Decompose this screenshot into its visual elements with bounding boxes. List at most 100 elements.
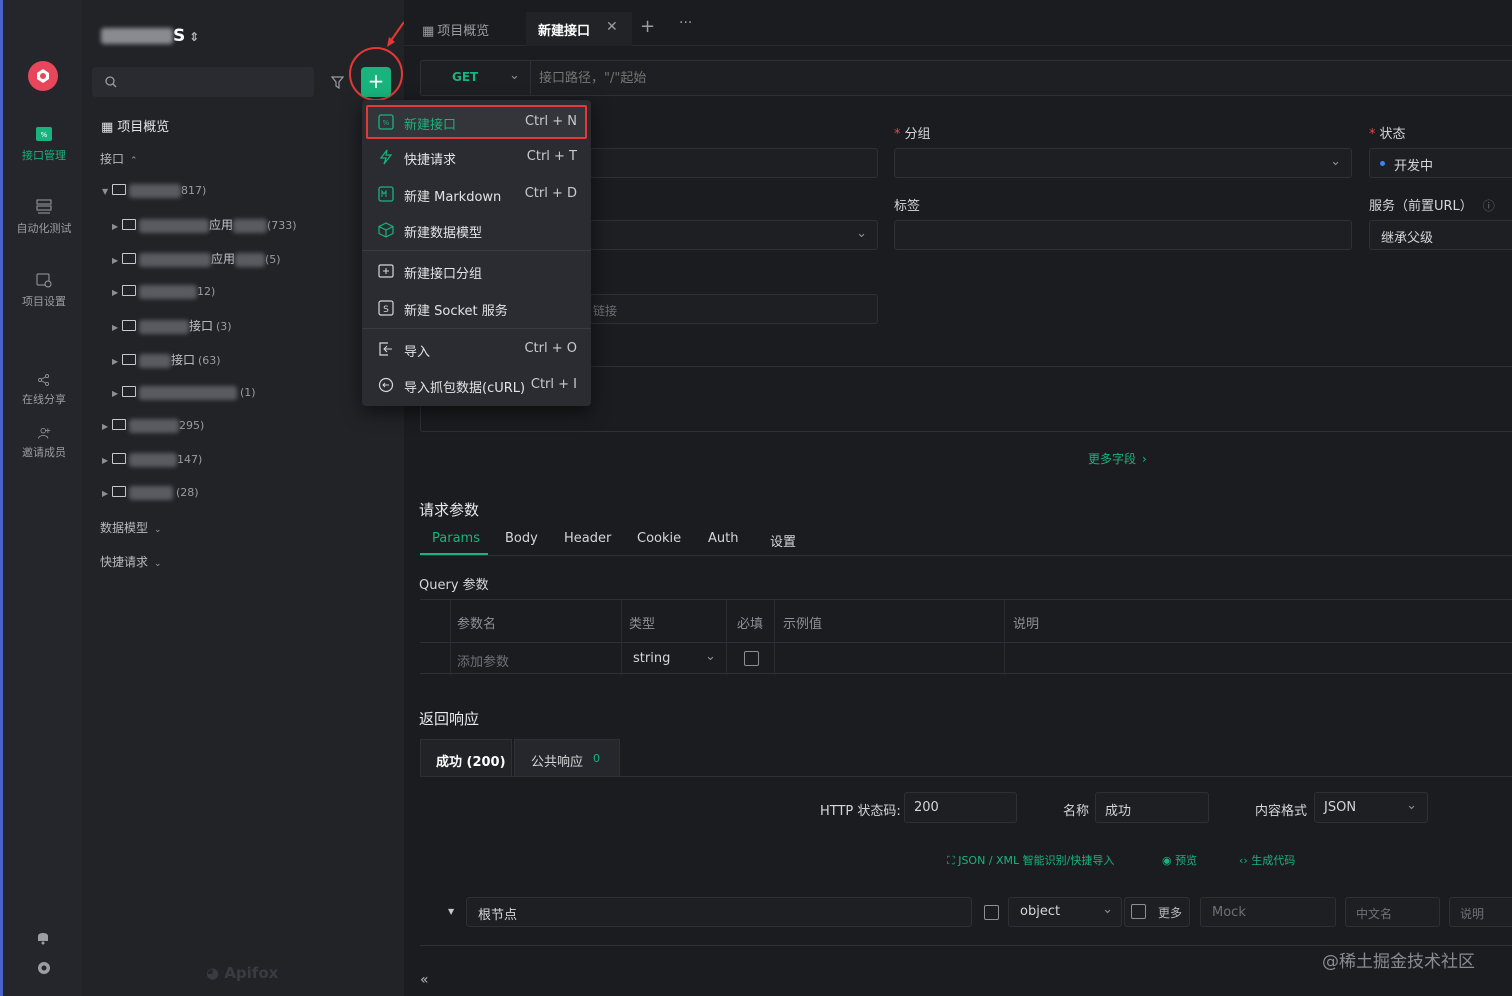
menu-item-new-api-group[interactable]: 新建接口分组 [366, 254, 587, 288]
tree-folder[interactable]: ▼ 817) [102, 183, 206, 205]
sidebar-section-api[interactable]: 接口 ⌃ [100, 150, 138, 172]
tree-folder[interactable]: ▶ 12) [112, 284, 215, 306]
path-input[interactable] [539, 67, 1099, 89]
sidebar-section-data-models[interactable]: 数据模型 ⌄ [100, 519, 162, 541]
doc-link-input[interactable]: 链接 [590, 294, 878, 324]
menu-divider [362, 250, 591, 251]
caret-down-icon[interactable]: ▼ [448, 907, 454, 916]
root-more-field[interactable]: 更多 [1124, 897, 1190, 927]
sidebar-item-label: 项目概览 [117, 120, 170, 135]
more-fields-link[interactable]: 更多字段 › [1088, 450, 1147, 467]
sidebar-search-input[interactable] [92, 67, 314, 97]
rail-automation[interactable]: 自动化测试 [6, 198, 82, 236]
link-label: JSON / XML 智能识别/快捷导入 [958, 854, 1115, 867]
tree-folder[interactable]: ▶ 接口 (63) [112, 351, 221, 373]
desc-input[interactable]: 说明 [1449, 897, 1512, 927]
collapse-button[interactable]: « [420, 972, 429, 988]
tree-folder[interactable]: ▶ 应用 (5) [112, 250, 281, 272]
rail-share[interactable]: 在线分享 [6, 373, 82, 407]
type-select[interactable]: string ⌄ [633, 649, 723, 666]
tree-folder[interactable]: ▶ 接口 (3) [112, 317, 232, 339]
plus-icon: + [367, 69, 385, 93]
menu-item-new-markdown[interactable]: 新建 Markdown Ctrl + D [366, 177, 587, 211]
response-tab-public[interactable]: 公共响应 0 [514, 739, 620, 777]
rail-invite[interactable]: 邀请成员 [6, 426, 82, 460]
folder-name-tail: 295) [179, 419, 205, 432]
responsible-select[interactable]: ⌄ [590, 220, 878, 250]
preview-link[interactable]: ◉ 预览 [1162, 852, 1197, 868]
content-type-select[interactable]: JSON ⌄ [1314, 792, 1428, 823]
bell-icon[interactable] [36, 929, 50, 945]
gear-icon[interactable] [36, 960, 52, 976]
menu-item-new-socket[interactable]: S 新建 Socket 服务 [366, 291, 587, 325]
sidebar-section-quick-requests[interactable]: 快捷请求 ⌄ [100, 553, 162, 575]
add-button[interactable]: + [361, 67, 391, 97]
menu-item-shortcut: Ctrl + O [524, 341, 577, 356]
more-tabs-button[interactable]: ··· [679, 15, 692, 31]
tree-folder[interactable]: ▶ 147) [102, 452, 202, 474]
tab-params[interactable]: Params [432, 531, 480, 546]
chevron-right-icon: › [1142, 452, 1147, 466]
add-param-input[interactable]: 添加参数 [457, 651, 509, 670]
rail-project-settings[interactable]: 项目设置 [6, 271, 82, 309]
tree-folder[interactable]: ▶ (1) [112, 385, 256, 407]
tree-folder[interactable]: ▶ (28) [102, 485, 199, 507]
method-select[interactable]: GET ⌄ [421, 61, 531, 95]
group-select[interactable]: ⌄ [894, 148, 1352, 178]
generate-code-link[interactable]: ‹› 生成代码 [1239, 852, 1295, 868]
tab-header[interactable]: Header [564, 531, 611, 546]
folder-name-tail: 147) [177, 453, 203, 466]
mock-input[interactable]: Mock [1200, 897, 1336, 927]
root-name-field[interactable]: 根节点 [466, 897, 972, 927]
content-type-label: 内容格式 [1255, 804, 1308, 819]
root-label: 根节点 [478, 908, 518, 923]
rail-api-management[interactable]: % 接口管理 [6, 125, 82, 163]
http-status-label: HTTP 状态码: [820, 804, 901, 819]
cn-name-input[interactable]: 中文名 [1345, 897, 1440, 927]
tab-auth[interactable]: Auth [708, 531, 738, 546]
name-field[interactable] [590, 148, 878, 178]
root-type-select[interactable]: object ⌄ [1008, 897, 1122, 927]
close-icon[interactable]: ✕ [606, 19, 618, 35]
response-name-input[interactable]: 成功 [1095, 792, 1209, 823]
new-tab-button[interactable]: + [640, 16, 655, 37]
menu-item-quick-request[interactable]: 快捷请求 Ctrl + T [366, 140, 587, 174]
tree-folder[interactable]: ▶ 295) [102, 418, 204, 440]
smart-import-link[interactable]: ⛶ JSON / XML 智能识别/快捷导入 [947, 852, 1114, 868]
root-required-checkbox[interactable] [984, 905, 999, 920]
tab-settings[interactable]: 设置 [770, 531, 796, 550]
double-chevron-left-icon: « [420, 972, 429, 988]
service-select[interactable]: 继承父级 [1369, 220, 1512, 250]
tree-folder[interactable]: ▶ 应用 (733) [112, 216, 297, 238]
tab-body[interactable]: Body [505, 531, 538, 546]
tab-label: Cookie [637, 531, 682, 546]
menu-item-label: 新建数据模型 [404, 226, 483, 241]
sidebar-item-overview[interactable]: ▦ 项目概览 [101, 116, 169, 138]
response-tab-success[interactable]: 成功 (200) [420, 739, 512, 777]
chevron-down-icon: ⌄ [1330, 154, 1341, 169]
svg-text:%: % [41, 131, 48, 139]
menu-item-label: 导入抓包数据(cURL) [404, 381, 526, 396]
tab-overview[interactable]: ▦ 项目概览 [422, 20, 489, 39]
required-checkbox[interactable] [744, 651, 759, 666]
menu-item-new-api[interactable]: % 新建接口 Ctrl + N [366, 105, 587, 139]
menu-item-new-data-model[interactable]: 新建数据模型 [366, 213, 587, 247]
filter-button[interactable] [322, 67, 352, 97]
blurred-name [139, 284, 197, 299]
menu-item-import-curl[interactable]: 导入抓包数据(cURL) Ctrl + I [366, 368, 587, 402]
more-fields-label: 更多字段 [1088, 452, 1137, 466]
tab-new-api[interactable]: 新建接口 ✕ [526, 12, 632, 46]
caret-right-icon: ▶ [112, 222, 119, 231]
blurred-name [129, 418, 179, 433]
status-select[interactable]: 开发中 [1369, 148, 1512, 178]
folder-count: (1) [240, 386, 256, 399]
http-status-input[interactable]: 200 [904, 792, 1017, 823]
project-switcher[interactable]: S ⇕ [101, 26, 199, 46]
project-name-blurred [101, 28, 173, 44]
menu-item-import[interactable]: 导入 Ctrl + O [366, 332, 587, 366]
tags-input[interactable] [894, 220, 1352, 250]
more-label: 更多 [1158, 906, 1183, 920]
tab-cookie[interactable]: Cookie [637, 531, 681, 546]
more-checkbox[interactable] [1131, 904, 1146, 919]
folder-name-tail: 接口 [171, 353, 196, 367]
